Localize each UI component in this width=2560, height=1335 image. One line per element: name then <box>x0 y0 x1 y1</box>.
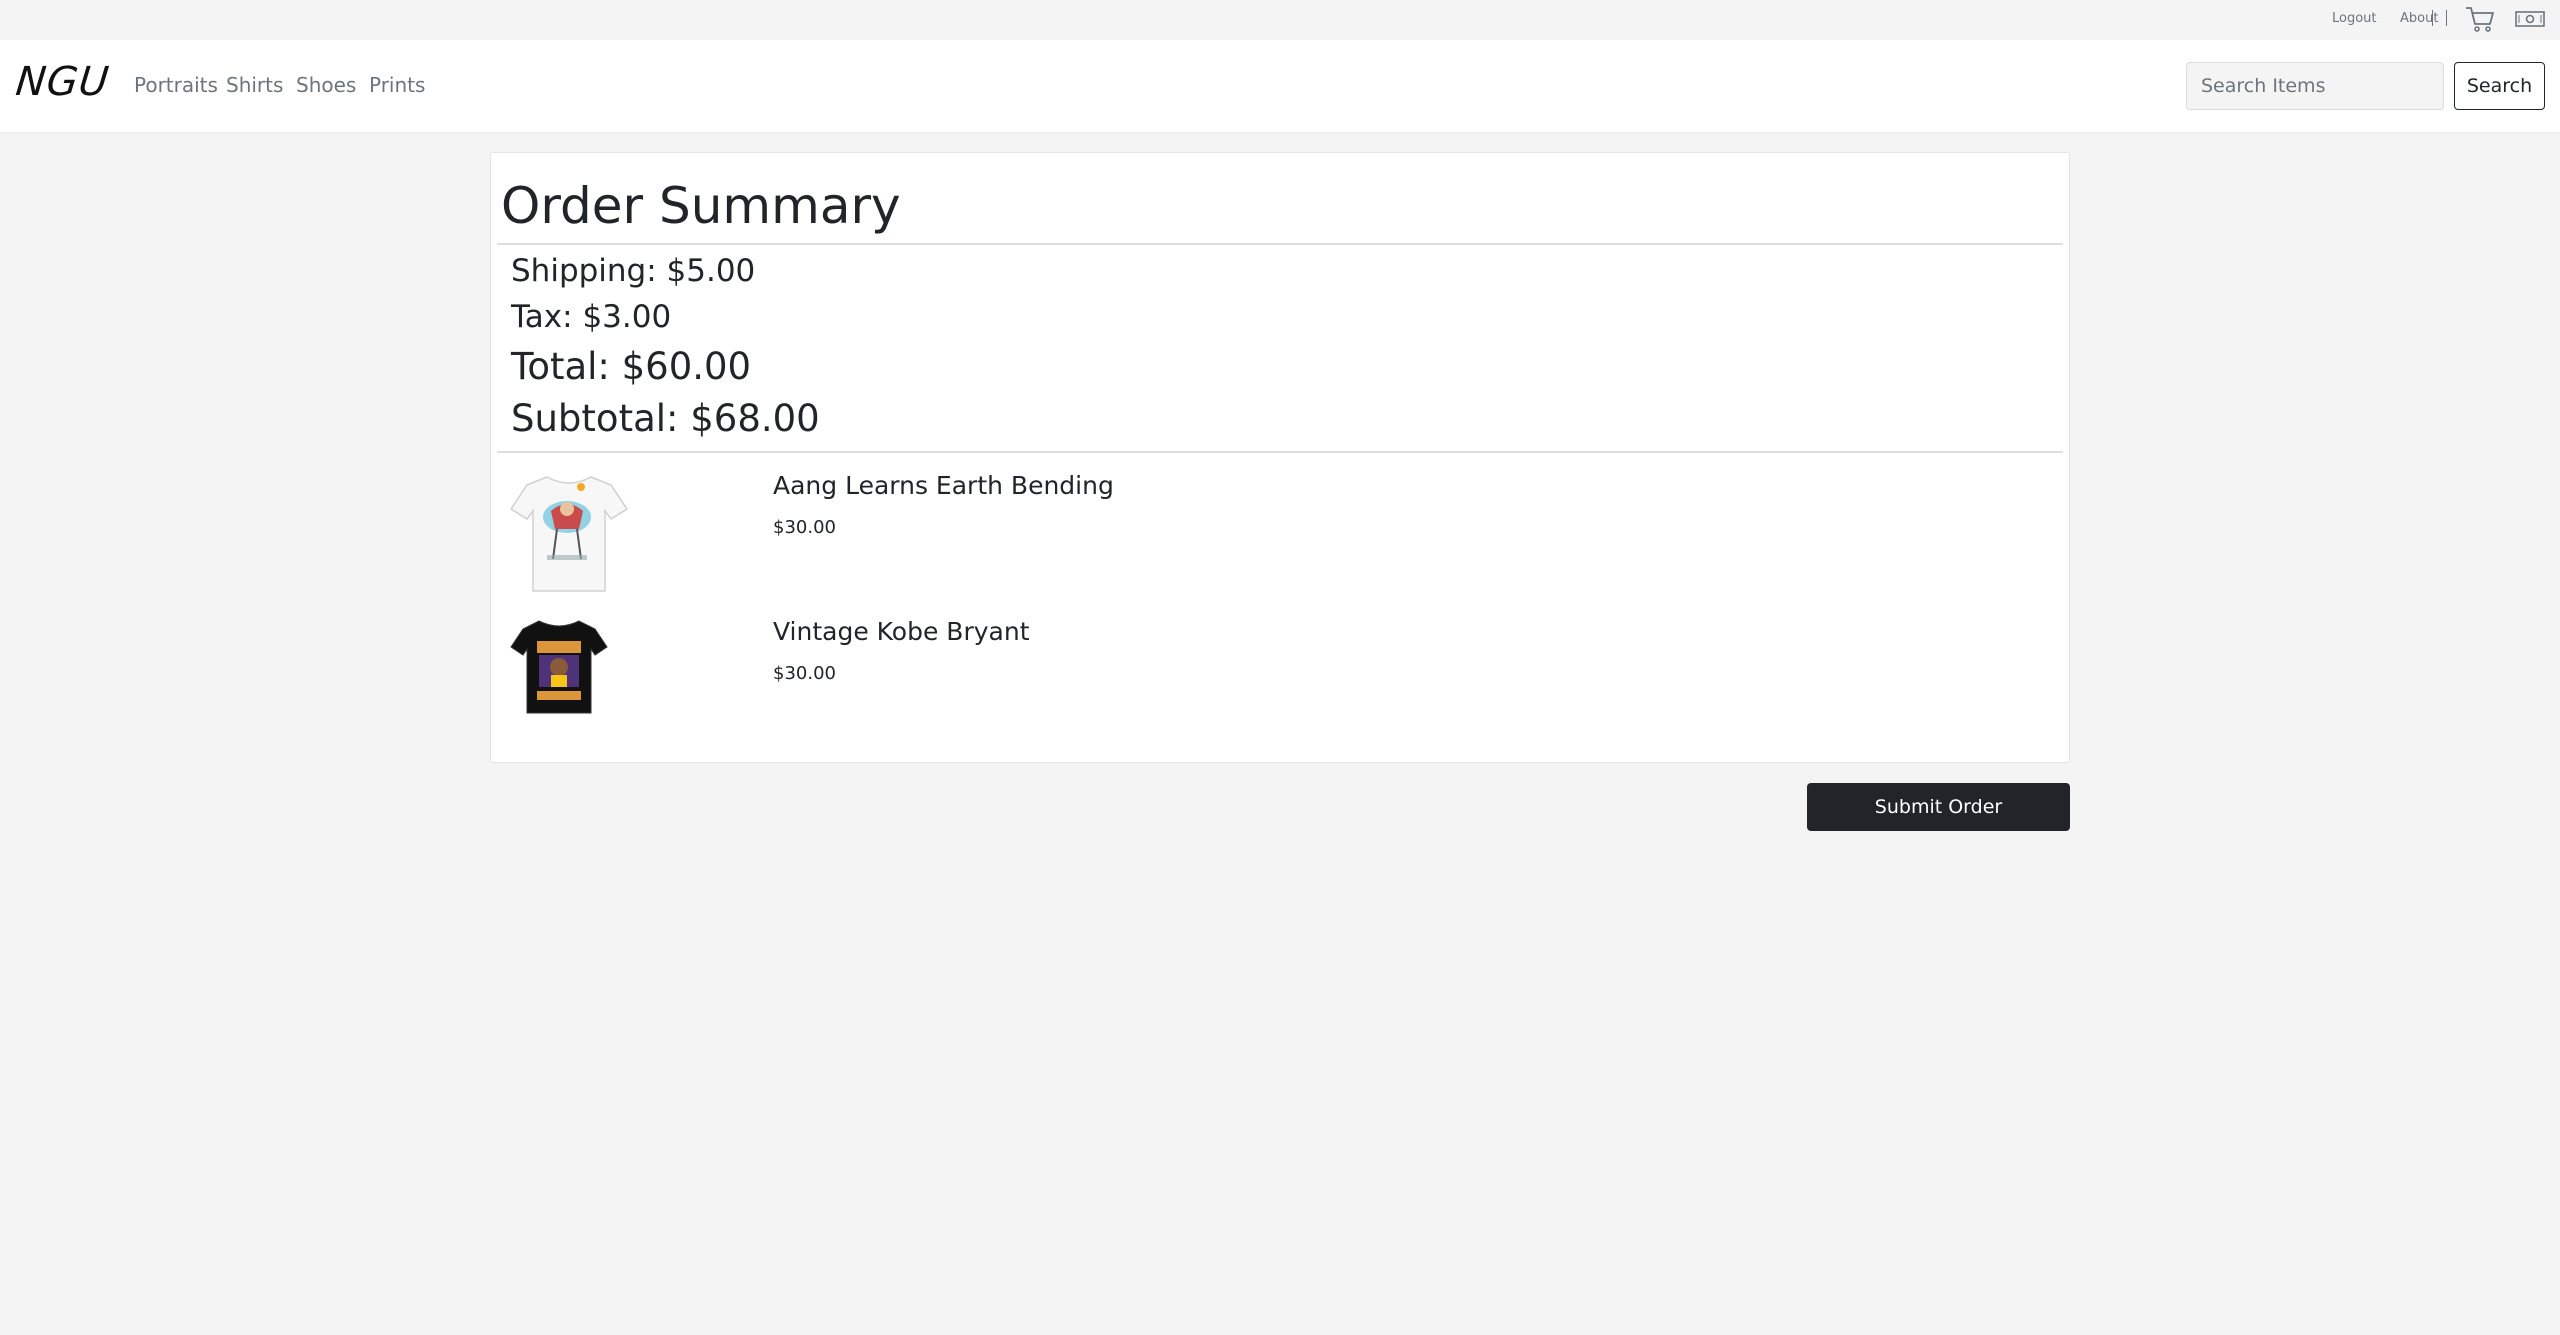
main-navbar: NGU Portraits Shirts Shoes Prints Search <box>0 40 2560 133</box>
item-name[interactable]: Aang Learns Earth Bending <box>773 471 1114 500</box>
item-price: $30.00 <box>773 663 836 684</box>
divider <box>497 451 2063 453</box>
subtotal-amount: Subtotal: $68.00 <box>511 397 820 440</box>
total-amount: Total: $60.00 <box>511 345 752 388</box>
cart-icon[interactable] <box>2463 4 2497 34</box>
about-link[interactable]: About <box>2400 0 2438 36</box>
item-name[interactable]: Vintage Kobe Bryant <box>773 617 1030 646</box>
item-price: $30.00 <box>773 517 836 538</box>
nav-link-shoes[interactable]: Shoes <box>296 73 356 97</box>
logout-link[interactable]: Logout <box>2332 0 2377 36</box>
order-summary-card: Order Summary Shipping: $5.00 Tax: $3.00… <box>490 152 2070 763</box>
product-image <box>509 617 629 717</box>
divider <box>497 243 2063 245</box>
divider <box>2446 10 2447 26</box>
nav-link-portraits[interactable]: Portraits <box>134 73 218 97</box>
submit-order-button[interactable]: Submit Order <box>1807 783 2070 831</box>
brand-logo[interactable]: NGU <box>14 59 112 105</box>
shipping-cost: Shipping: $5.00 <box>511 253 756 289</box>
search-input[interactable] <box>2186 62 2444 110</box>
product-image <box>509 471 629 595</box>
page-title: Order Summary <box>501 177 901 235</box>
money-icon[interactable] <box>2513 4 2547 34</box>
tax-amount: Tax: $3.00 <box>511 299 672 335</box>
nav-link-prints[interactable]: Prints <box>369 73 425 97</box>
top-utility-bar: Logout About <box>0 0 2560 40</box>
search-button[interactable]: Search <box>2454 62 2545 110</box>
nav-link-shirts[interactable]: Shirts <box>226 73 283 97</box>
